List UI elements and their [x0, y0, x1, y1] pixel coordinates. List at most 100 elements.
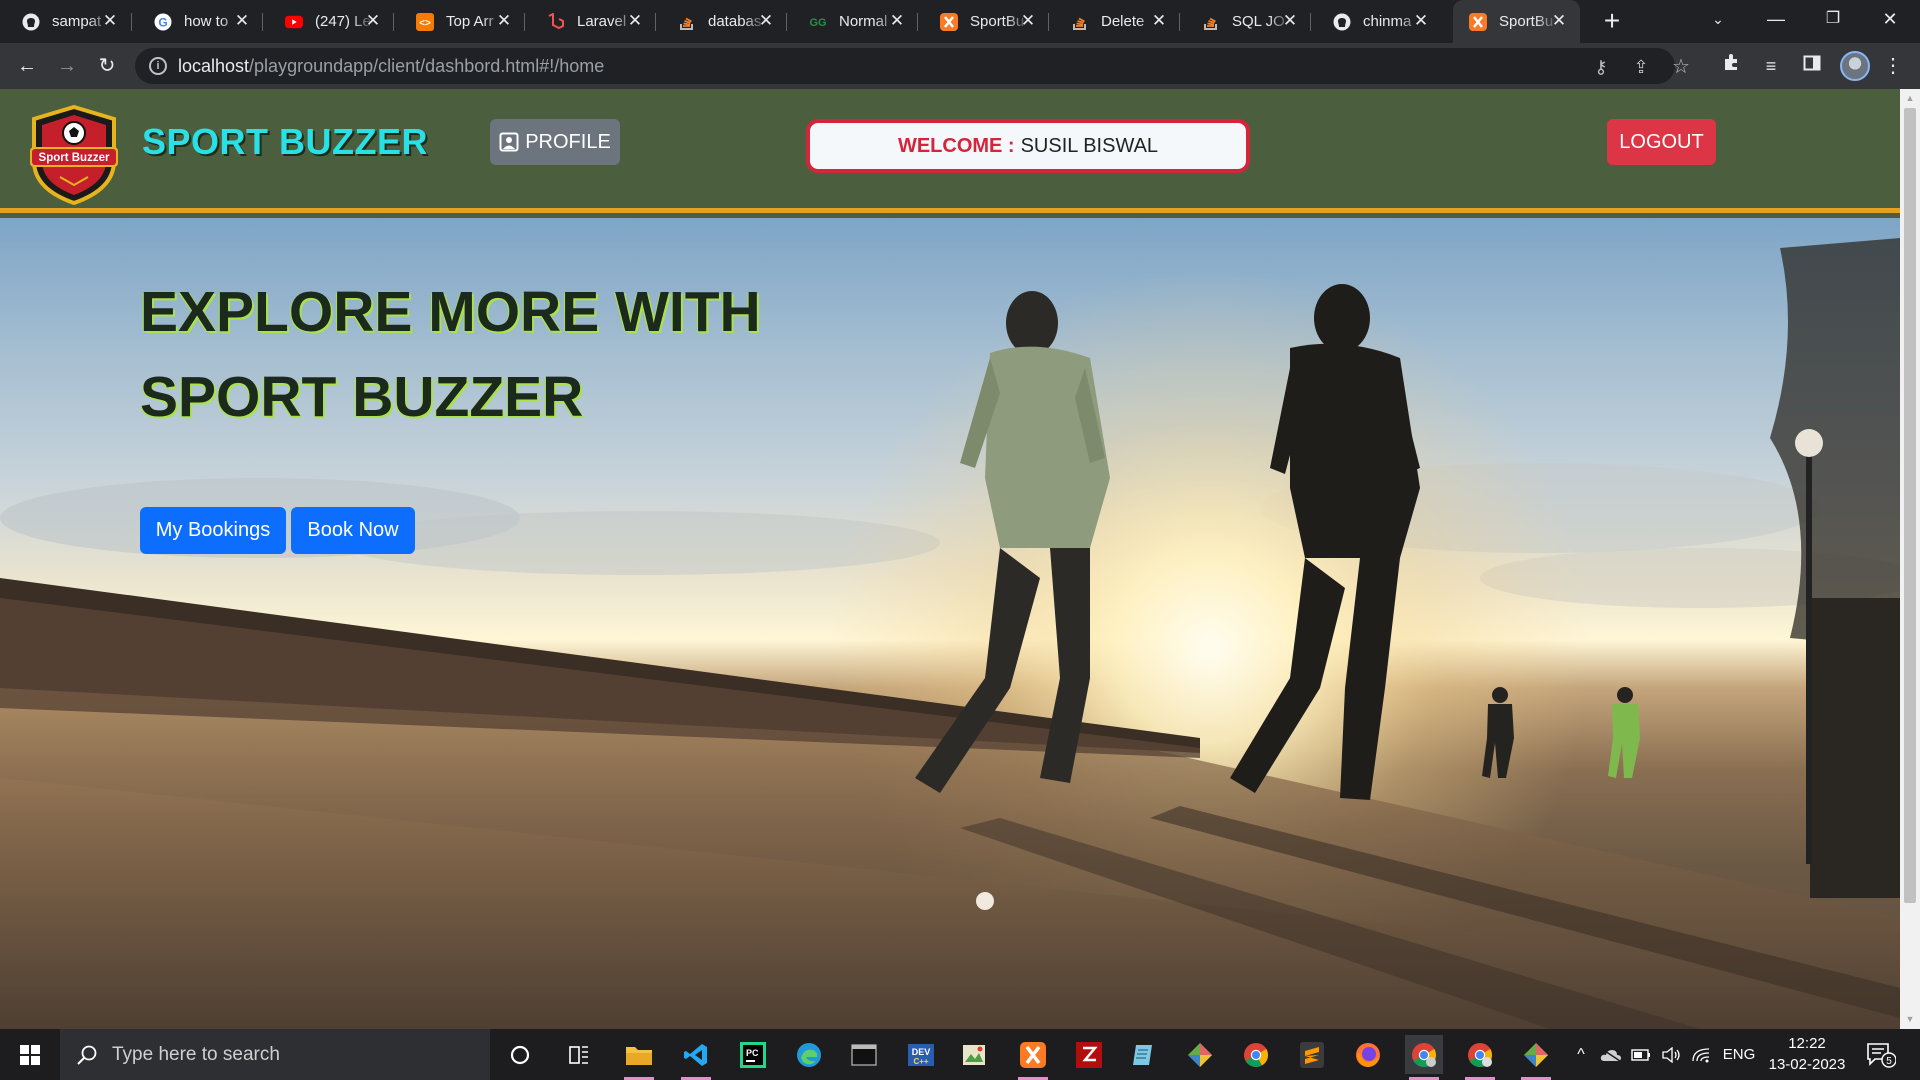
extensions-icon[interactable]: [1717, 51, 1747, 81]
my-bookings-button[interactable]: My Bookings: [140, 507, 286, 554]
sport-buzzer-logo[interactable]: Sport Buzzer: [22, 103, 126, 207]
forward-button[interactable]: →: [52, 51, 82, 81]
stackoverflow-icon: [678, 13, 696, 31]
close-icon[interactable]: ✕: [1550, 12, 1568, 30]
svg-text:G: G: [158, 15, 167, 29]
menu-kebab-icon[interactable]: ⋮: [1878, 51, 1908, 81]
github-icon: [1333, 13, 1351, 31]
address-bar[interactable]: i localhost/playgroundapp/client/dashbor…: [135, 48, 1690, 84]
windows-start-button[interactable]: [0, 1029, 60, 1080]
notepad-icon[interactable]: [1124, 1035, 1162, 1074]
hero-title-line-1: EXPLORE MORE WITH: [140, 280, 761, 344]
chrome-icon[interactable]: [1237, 1035, 1275, 1074]
close-icon[interactable]: ✕: [757, 12, 775, 30]
wifi-icon[interactable]: [1688, 1029, 1714, 1080]
xampp-icon: [940, 12, 958, 31]
close-icon[interactable]: ✕: [626, 12, 644, 30]
browser-tab[interactable]: GG Normal ✕: [787, 0, 918, 43]
brand-title[interactable]: SPORT BUZZER: [142, 121, 428, 163]
close-icon[interactable]: ✕: [364, 12, 382, 30]
filezilla-icon[interactable]: [1070, 1035, 1108, 1074]
laravel-icon: [547, 12, 565, 31]
profile-icon: [499, 132, 519, 152]
profile-avatar[interactable]: [1840, 51, 1870, 81]
onedrive-icon[interactable]: [1598, 1029, 1624, 1080]
close-icon[interactable]: ✕: [233, 12, 251, 30]
reading-list-icon[interactable]: ≡: [1756, 51, 1786, 81]
close-icon[interactable]: ✕: [1019, 12, 1037, 30]
sublime-text-icon[interactable]: [1293, 1035, 1331, 1074]
language-indicator[interactable]: ENG: [1718, 1029, 1760, 1080]
browser-tab[interactable]: (247) Le ✕: [263, 0, 394, 43]
browser-tab[interactable]: databas ✕: [656, 0, 787, 43]
url-text[interactable]: localhost/playgroundapp/client/dashbord.…: [178, 56, 604, 77]
image-editor-icon[interactable]: [955, 1035, 993, 1074]
browser-tab[interactable]: G how to ✕: [132, 0, 263, 43]
svg-text:GG: GG: [809, 17, 826, 29]
close-icon[interactable]: ✕: [1150, 12, 1168, 30]
close-icon[interactable]: ✕: [495, 12, 513, 30]
profile-button[interactable]: PROFILE: [490, 119, 620, 165]
bookmark-star-icon[interactable]: ☆: [1670, 56, 1692, 78]
browser-tab[interactable]: <> Top Arr ✕: [394, 0, 525, 43]
stackoverflow-icon: [1071, 13, 1089, 31]
volume-icon[interactable]: [1658, 1029, 1684, 1080]
chrome-dev-icon[interactable]: [1405, 1035, 1443, 1080]
site-navbar: Sport Buzzer SPORT BUZZER PROFILE WELCOM…: [0, 89, 1900, 213]
youtube-icon: [285, 13, 303, 31]
vscode-icon[interactable]: [677, 1035, 715, 1080]
close-icon[interactable]: ✕: [888, 12, 906, 30]
google-icon: G: [154, 13, 172, 31]
tab-search-button[interactable]: ⌄: [1690, 0, 1746, 40]
browser-tab[interactable]: chinma ✕: [1311, 0, 1442, 43]
reload-button[interactable]: ↻: [92, 51, 122, 81]
battery-icon[interactable]: [1628, 1029, 1654, 1080]
browser-toolbar: ← → ↻ i localhost/playgroundapp/client/d…: [0, 43, 1920, 89]
browser-tab[interactable]: sampat ✕: [0, 0, 131, 43]
share-icon[interactable]: ⇪: [1630, 56, 1652, 78]
info-icon[interactable]: i: [149, 57, 167, 75]
notification-count: 5: [1886, 1056, 1892, 1067]
book-now-button[interactable]: Book Now: [291, 507, 415, 554]
taskbar-search[interactable]: Type here to search: [60, 1029, 490, 1080]
xampp-icon[interactable]: [1014, 1035, 1052, 1080]
terminal-icon[interactable]: [845, 1035, 883, 1074]
cortana-icon[interactable]: [501, 1035, 539, 1074]
pycharm-icon[interactable]: PC: [734, 1035, 772, 1074]
browser-tab[interactable]: SportBu ✕: [918, 0, 1049, 43]
browser-tab[interactable]: Laravel ✕: [525, 0, 656, 43]
scrollbar-thumb[interactable]: [1904, 108, 1916, 903]
new-tab-button[interactable]: +: [1598, 7, 1626, 36]
back-button[interactable]: ←: [12, 51, 42, 81]
restore-button[interactable]: ❐: [1805, 0, 1861, 40]
logout-button[interactable]: LOGOUT: [1607, 119, 1716, 165]
scroll-up-arrow[interactable]: ▲: [1904, 92, 1916, 104]
hero-title: EXPLORE MORE WITH SPORT BUZZER: [140, 270, 840, 440]
git-icon[interactable]: [1181, 1035, 1219, 1074]
edge-icon[interactable]: [790, 1035, 828, 1074]
browser-tab-active[interactable]: SportBu ✕: [1453, 0, 1580, 43]
file-explorer-icon[interactable]: [620, 1035, 658, 1080]
scroll-down-arrow[interactable]: ▼: [1904, 1013, 1916, 1025]
chrome-profile-icon[interactable]: [1461, 1035, 1499, 1080]
key-icon[interactable]: ⚷: [1590, 56, 1612, 78]
welcome-username: SUSIL BISWAL: [1020, 134, 1159, 157]
browser-tab[interactable]: SQL JO ✕: [1180, 0, 1311, 43]
url-host: localhost: [178, 56, 250, 76]
firefox-icon[interactable]: [1349, 1035, 1387, 1074]
browser-tab[interactable]: Delete ✕: [1049, 0, 1180, 43]
close-window-button[interactable]: ✕: [1862, 0, 1918, 40]
side-panel-icon[interactable]: [1797, 51, 1827, 81]
close-icon[interactable]: ✕: [1281, 12, 1299, 30]
hero-section: EXPLORE MORE WITH SPORT BUZZER My Bookin…: [0, 218, 1900, 1029]
notification-center-icon[interactable]: 5: [1866, 1041, 1897, 1069]
devcpp-icon[interactable]: DEV C++: [902, 1035, 940, 1074]
system-clock[interactable]: 12:22 13-02-2023: [1764, 1033, 1850, 1075]
close-icon[interactable]: ✕: [1412, 12, 1430, 30]
task-view-icon[interactable]: [560, 1035, 598, 1074]
git-gui-icon[interactable]: [1517, 1035, 1555, 1080]
close-icon[interactable]: ✕: [101, 12, 119, 30]
svg-text:<>: <>: [419, 18, 431, 29]
show-hidden-icons-chevron-icon[interactable]: ^: [1568, 1029, 1594, 1080]
minimize-button[interactable]: —: [1748, 0, 1804, 40]
